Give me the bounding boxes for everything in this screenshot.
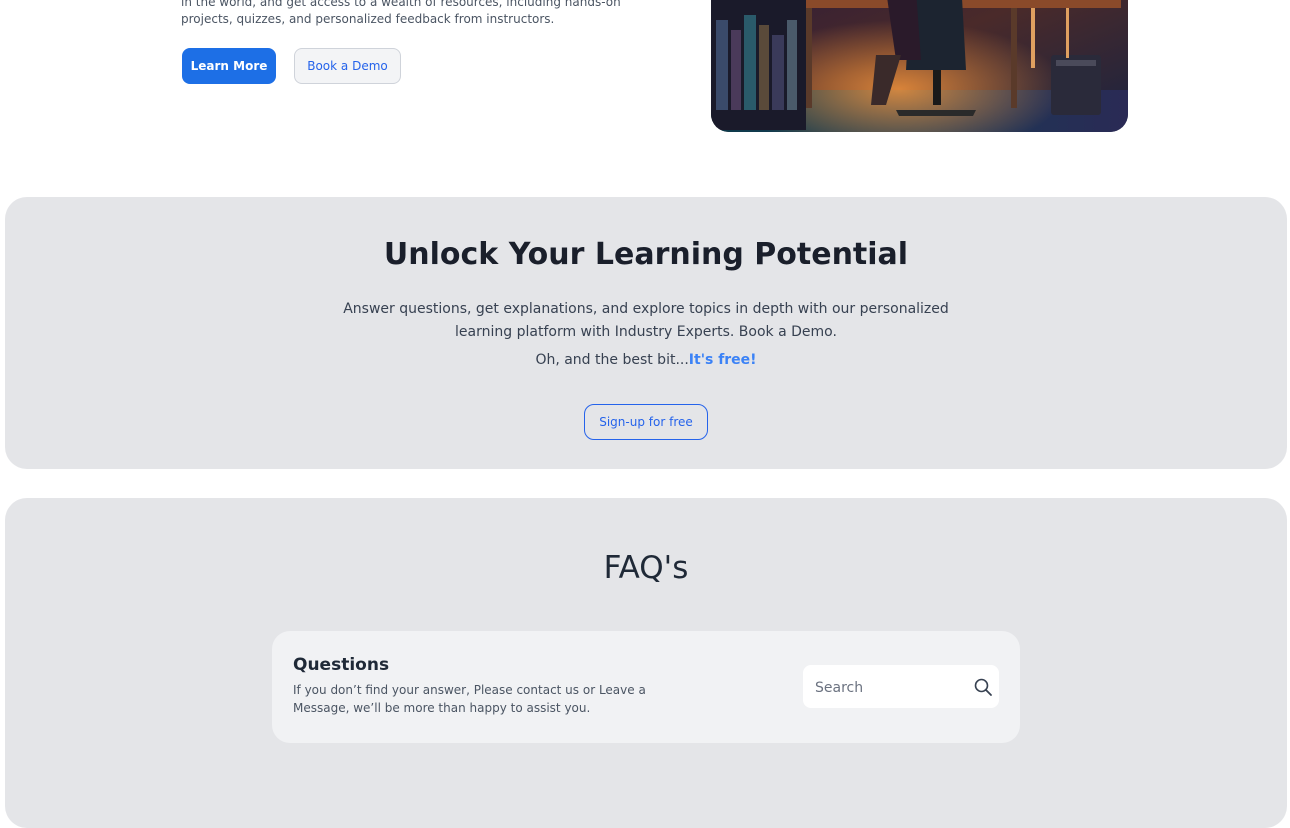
faq-card-description: If you don’t find your answer, Please co… [293, 683, 646, 715]
faq-section: FAQ's Questions If you don’t find your a… [5, 498, 1287, 828]
faq-card-title: Questions [293, 655, 390, 675]
signup-button[interactable]: Sign-up for free [584, 404, 708, 440]
book-demo-button[interactable]: Book a Demo [294, 48, 401, 84]
learn-more-button[interactable]: Learn More [182, 48, 276, 84]
faq-questions-card: Questions If you don’t find your answer,… [272, 631, 1020, 743]
faq-title: FAQ's [603, 550, 689, 586]
cta-free-prefix: Oh, and the best bit... [535, 352, 689, 368]
cta-section: Unlock Your Learning Potential Answer qu… [5, 197, 1287, 469]
search-icon[interactable] [973, 677, 993, 697]
faq-search-box [803, 665, 999, 710]
cta-free-highlight: It's free! [688, 352, 757, 368]
cta-description: Answer questions, get explanations, and … [343, 301, 949, 340]
hero-image [711, 0, 1128, 132]
faq-search-input[interactable] [813, 665, 967, 710]
cta-title: Unlock Your Learning Potential [383, 237, 909, 272]
hero-description: in the world, and get access to a wealth… [181, 0, 621, 28]
hero-text-line-2: projects, quizzes, and personalized feed… [181, 12, 555, 26]
hero-text-line-1: in the world, and get access to a wealth… [181, 0, 621, 9]
cta-free-line: Oh, and the best bit...It's free! [5, 352, 1287, 368]
